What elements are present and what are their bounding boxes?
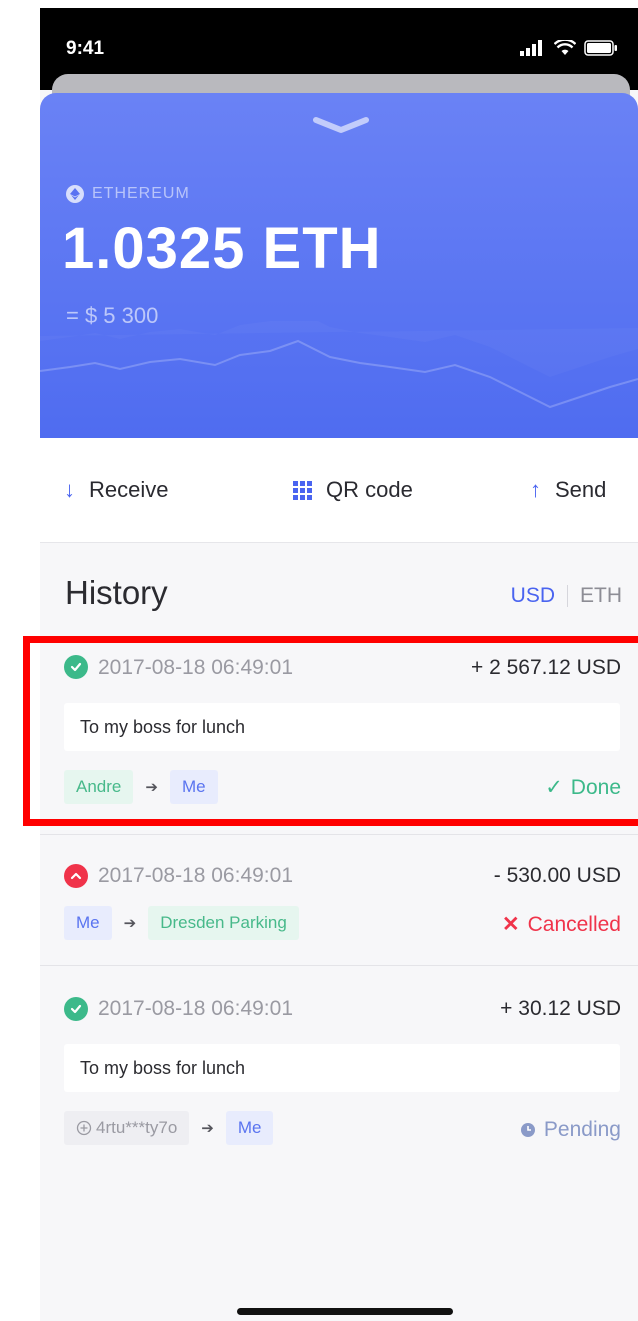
transaction-amount: - 530.00 USD: [493, 864, 621, 887]
price-sparkline: [40, 339, 638, 409]
recipient-chip[interactable]: Dresden Parking: [148, 906, 299, 940]
transaction-date: 2017-08-18 06:49:01: [98, 997, 293, 1020]
divider: [40, 965, 638, 966]
arrow-up-icon: ↑: [530, 477, 541, 502]
recipient-chip[interactable]: Me: [225, 1111, 274, 1145]
transaction-status-text: Cancelled: [527, 912, 621, 936]
transaction-status-text: Pending: [543, 1118, 621, 1141]
balance-amount: 1.0325 ETH: [62, 216, 382, 281]
battery-icon: [584, 40, 617, 56]
highlight-box: [23, 636, 638, 826]
currency-usd-tab[interactable]: USD: [511, 584, 567, 608]
ethereum-icon: [66, 185, 84, 203]
transaction-note-text: To my boss for lunch: [80, 1057, 246, 1078]
transaction-date: 2017-08-18 06:49:01: [98, 864, 293, 887]
address-icon: [76, 1120, 92, 1136]
sender-chip[interactable]: Me: [64, 906, 112, 940]
qr-code-icon: [293, 480, 312, 500]
arrow-right-icon: ➔: [123, 915, 137, 932]
history-title: History: [65, 574, 168, 611]
currency-toggle: USD ETH: [511, 584, 622, 608]
transaction-item[interactable]: 2017-08-18 06:49:01 + 30.12 USD To my bo…: [40, 991, 638, 1173]
transaction-status: ✕ Cancelled: [502, 912, 621, 937]
close-icon: ✕: [501, 913, 520, 936]
wallet-card[interactable]: ETHEREUM 1.0325 ETH = $ 5 300: [40, 93, 638, 438]
transaction-amount: + 30.12 USD: [500, 997, 621, 1020]
error-circle-icon: [64, 864, 88, 888]
home-indicator: [237, 1308, 453, 1315]
chevron-down-icon[interactable]: [312, 115, 370, 135]
receive-button[interactable]: ↓ Receive: [64, 438, 168, 542]
wifi-icon: [554, 40, 576, 55]
sender-address: 4rtu***ty7o: [96, 1118, 178, 1137]
sender-address-chip[interactable]: 4rtu***ty7o: [64, 1111, 190, 1145]
action-bar: ↓ Receive QR code ↑ Send: [40, 438, 638, 543]
divider: [40, 834, 638, 835]
arrow-down-icon: ↓: [64, 477, 75, 502]
transaction-status: Pending: [520, 1118, 621, 1142]
qr-code-button[interactable]: QR code: [293, 438, 413, 542]
status-icons: [520, 38, 618, 58]
transaction-note: To my boss for lunch: [64, 1044, 620, 1092]
transaction-item[interactable]: 2017-08-18 06:49:01 - 530.00 USD Me ➔ Dr…: [40, 858, 638, 964]
transaction-parties: Me ➔ Dresden Parking: [64, 906, 299, 940]
check-circle-icon: [64, 997, 88, 1021]
send-button[interactable]: ↑ Send: [530, 438, 606, 542]
qr-code-label: QR code: [326, 477, 413, 502]
status-time: 9:41: [66, 38, 105, 59]
arrow-right-icon: ➔: [201, 1120, 214, 1137]
receive-label: Receive: [89, 477, 169, 502]
currency-eth-tab[interactable]: ETH: [568, 584, 622, 608]
send-label: Send: [555, 477, 607, 502]
transaction-parties: 4rtu***ty7o ➔ Me: [64, 1111, 274, 1145]
signal-icon: [520, 40, 542, 56]
coin-label: ETHEREUM: [92, 185, 190, 202]
coin-row: ETHEREUM: [66, 185, 190, 203]
clock-icon: [520, 1123, 535, 1137]
